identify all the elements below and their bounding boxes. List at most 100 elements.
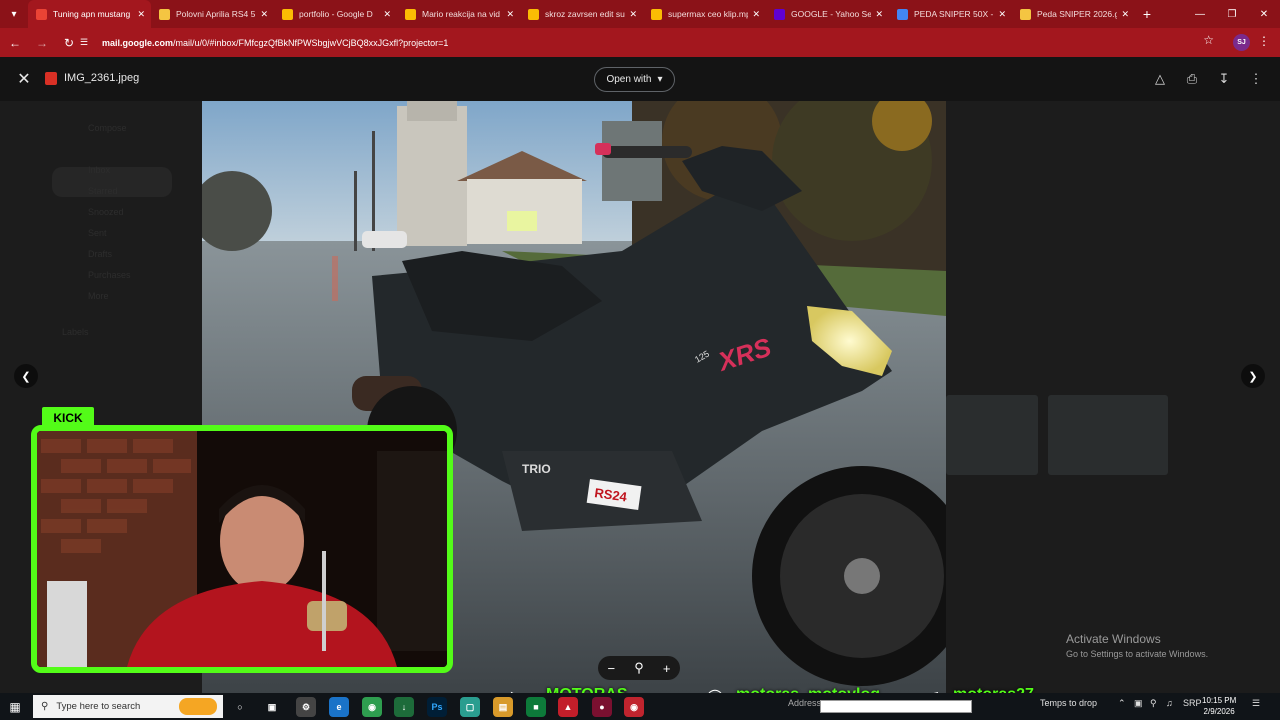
zoom-reset-icon[interactable]: ⚲ (634, 660, 644, 676)
close-tab-icon[interactable]: ✕ (998, 9, 1006, 20)
browser-tab[interactable]: Mario reakcija na vid ✕ (397, 0, 520, 28)
window-controls: — ❐ ✕ (1184, 0, 1280, 28)
browser-menu-icon[interactable]: ⋮ (1258, 34, 1270, 48)
drive-icon (405, 8, 416, 20)
taskbar-search-placeholder: Type here to search (56, 701, 141, 712)
close-tab-icon[interactable]: ✕ (383, 9, 391, 20)
browser-tab[interactable]: PEDA SNIPER 50X - G ✕ (889, 0, 1012, 28)
search-highlight-icon (179, 698, 217, 715)
browser-tab[interactable]: Tuning apn mustang ✕ (28, 0, 151, 28)
chrome-profile-icon[interactable]: ◉ (624, 697, 644, 717)
gmail-sidebar-item: Purchases (88, 270, 131, 280)
open-with-label: Open with (606, 74, 652, 85)
reload-icon[interactable]: ↻ (57, 31, 81, 55)
thumbnail[interactable] (946, 395, 1038, 475)
url-path: /mail/u/0/#inbox/FMfcgzQfBkNfPWSbgjwVCjB… (173, 37, 449, 48)
new-tab-button[interactable]: + (1135, 0, 1159, 28)
windows-activation-watermark: Activate Windows Go to Settings to activ… (1066, 632, 1208, 659)
browser-tab[interactable]: portfolio - Google D ✕ (274, 0, 397, 28)
app-icon[interactable]: ▲ (558, 697, 578, 717)
gmail-sidebar-item: Starred (88, 186, 118, 196)
activation-subtitle: Go to Settings to activate Windows. (1066, 649, 1209, 659)
more-options-icon[interactable]: ⋮ (1247, 70, 1265, 88)
url-host: mail.google.com (102, 37, 174, 48)
close-window-icon[interactable]: ✕ (1248, 0, 1280, 28)
close-tab-icon[interactable]: ✕ (629, 9, 637, 20)
gmail-sidebar-item: Snoozed (88, 207, 124, 217)
app-icon[interactable]: ● (592, 697, 612, 717)
zoom-controls: − ⚲ + (598, 656, 680, 680)
address-bar[interactable]: ☰ mail.google.com/mail/u/0/#inbox/FMfcgz… (80, 31, 1220, 54)
yahoo-icon (774, 8, 785, 20)
close-viewer-icon[interactable]: ✕ (14, 69, 34, 89)
doc-icon (1020, 8, 1031, 20)
gmail-sidebar-item: Drafts (88, 249, 113, 259)
browser-toolbar: ← → ↻ ☰ mail.google.com/mail/u/0/#inbox/… (0, 28, 1280, 57)
clock-time: 10:15 PM (1202, 696, 1237, 705)
bookmark-star-icon[interactable]: ☆ (1203, 33, 1214, 47)
add-to-drive-icon[interactable]: △ (1151, 70, 1169, 88)
browser-tab[interactable]: Polovni Aprilia RS4 5 ✕ (151, 0, 274, 28)
forward-arrow-icon[interactable]: → (30, 31, 54, 55)
taskbar-search-box[interactable]: ⚲ Type here to search (33, 695, 223, 718)
notifications-icon[interactable]: ☰ (1252, 698, 1260, 709)
windows-start-icon[interactable]: ▦ (6, 698, 24, 716)
cortana-icon[interactable]: ○ (230, 697, 250, 717)
clock-date: 2/9/2026 (1203, 707, 1235, 716)
gmail-sidebar-item: More (88, 291, 109, 301)
app-icon[interactable]: ⚙ (296, 697, 316, 717)
address-toolbar-input[interactable] (820, 700, 972, 713)
browser-tab[interactable]: GOOGLE - Yahoo Sea ✕ (766, 0, 889, 28)
app-icon[interactable]: ▢ (460, 697, 480, 717)
tray-status-text: Temps to drop (1040, 698, 1098, 708)
browser-tab[interactable]: Peda SNIPER 2026.g ✕ (1012, 0, 1135, 28)
file-name: IMG_2361.jpeg (64, 72, 140, 84)
download-icon[interactable]: ↧ (1215, 70, 1233, 88)
chrome-icon[interactable]: ◉ (362, 697, 382, 717)
file-explorer-icon[interactable]: ▤ (493, 697, 513, 717)
close-tab-icon[interactable]: ✕ (1121, 9, 1129, 20)
tray-chevron-icon[interactable]: ⌃ (1118, 698, 1126, 709)
microphone-icon[interactable]: ⚲ (1150, 698, 1157, 709)
minimize-icon[interactable]: — (1184, 0, 1216, 28)
screen: ▾ Tuning apn mustang ✕ Polovni Aprilia RS4… (0, 0, 1280, 720)
language-indicator[interactable]: SRP (1183, 698, 1202, 708)
volume-icon[interactable]: ♫ (1166, 698, 1173, 708)
tab-label: GOOGLE - Yahoo Sea (791, 9, 872, 19)
close-tab-icon[interactable]: ✕ (752, 9, 760, 20)
tab-label: Tuning apn mustang (53, 9, 131, 19)
profile-avatar[interactable]: SJ (1233, 34, 1250, 51)
chrome-icon (897, 8, 908, 20)
print-icon[interactable]: ⎙ (1183, 70, 1201, 88)
edge-icon[interactable]: e (329, 697, 349, 717)
drive-icon (651, 8, 662, 20)
close-tab-icon[interactable]: ✕ (260, 9, 268, 20)
kick-badge: KICK (42, 407, 94, 428)
tab-search-icon[interactable]: ▾ (0, 0, 28, 28)
app-icon[interactable]: ■ (526, 697, 546, 717)
task-view-icon[interactable]: ▣ (262, 697, 282, 717)
app-icon[interactable]: ↓ (394, 697, 414, 717)
tab-label: Polovni Aprilia RS4 5 (176, 9, 256, 19)
taskbar-clock[interactable]: 10:15 PM 2/9/2026 (1202, 695, 1236, 717)
site-info-icon[interactable]: ☰ (80, 37, 94, 48)
browser-tab[interactable]: supermax ceo klip.mp ✕ (643, 0, 766, 28)
search-icon: ⚲ (41, 701, 49, 712)
close-tab-icon[interactable]: ✕ (506, 9, 514, 20)
photoshop-icon[interactable]: Ps (427, 697, 447, 717)
close-tab-icon[interactable]: ✕ (875, 9, 883, 20)
restore-icon[interactable]: ❐ (1216, 0, 1248, 28)
browser-tab[interactable]: skroz zavrsen edit su ✕ (520, 0, 643, 28)
address-toolbar-label: Address (788, 698, 822, 708)
thumbnail[interactable] (1048, 395, 1168, 475)
next-arrow-icon[interactable]: ❯ (1241, 364, 1265, 388)
open-with-button[interactable]: Open with ▾ (594, 67, 675, 92)
previous-arrow-icon[interactable]: ❮ (14, 364, 38, 388)
zoom-in-icon[interactable]: + (663, 661, 671, 676)
network-icon[interactable]: ▣ (1134, 698, 1143, 709)
back-arrow-icon[interactable]: ← (3, 31, 27, 55)
webcam-overlay (31, 425, 453, 673)
zoom-out-icon[interactable]: − (608, 661, 616, 676)
close-tab-icon[interactable]: ✕ (137, 9, 145, 20)
browser-tab-strip: ▾ Tuning apn mustang ✕ Polovni Aprilia RS4… (0, 0, 1280, 28)
